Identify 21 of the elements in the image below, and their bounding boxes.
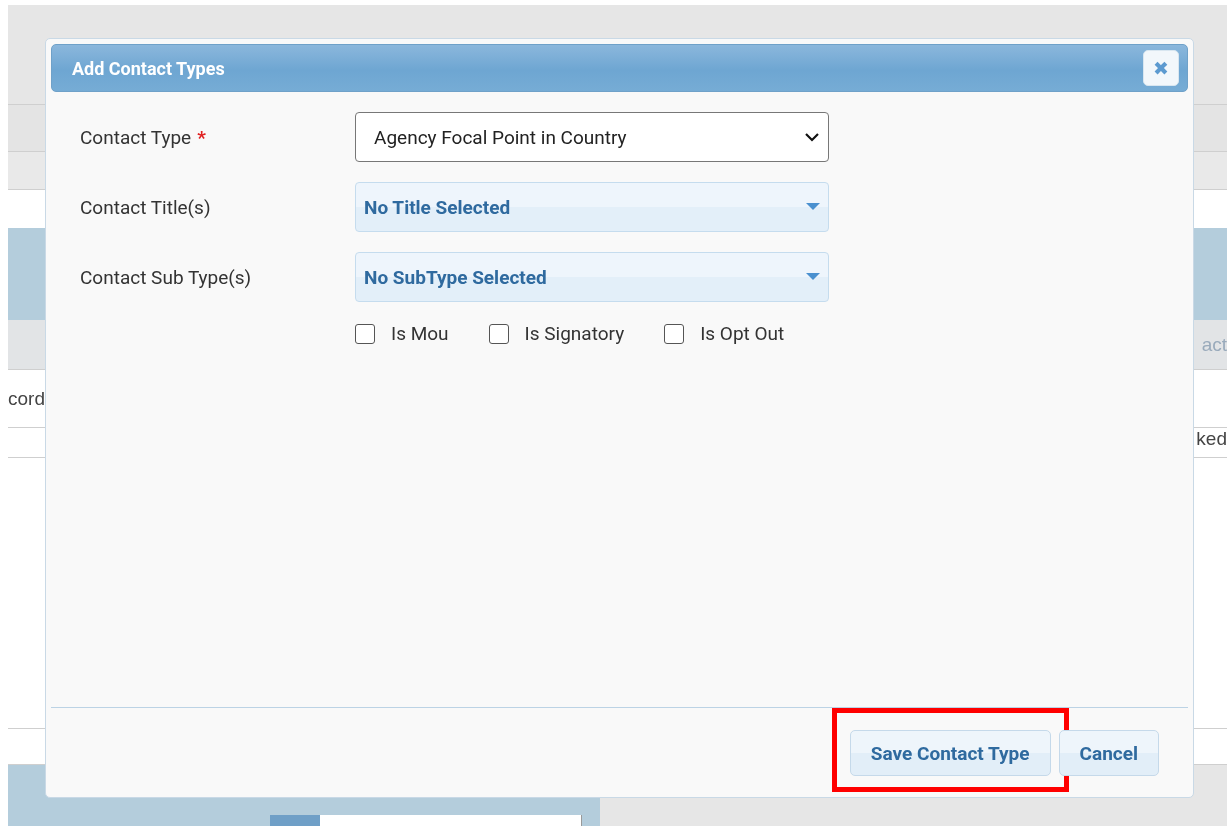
dropdown[interactable]: Agency Focal Point in Country [355,112,829,162]
column-header: act [1201,333,1227,356]
table-cell: cord [8,387,45,410]
multiselect-dropdown[interactable]: No SubType Selected [355,252,829,302]
chevron-down-icon [804,132,820,142]
checkbox[interactable]: Is Signatory [488,322,625,345]
column-header: ked [1196,428,1227,450]
close-button[interactable]: ✖ [1143,50,1179,86]
dialog-title: Add Contact Types [72,57,225,79]
save-button[interactable]: Save Contact Type [849,730,1051,776]
caret-icon [806,273,820,281]
caret-icon [806,203,820,211]
field-label: Contact Title(s) [80,195,212,219]
field-label: Contact Sub Type(s) [80,265,253,289]
required-mark: * [197,125,207,149]
cancel-button[interactable]: Cancel [1058,730,1159,776]
progress-segment [270,815,320,826]
multiselect-dropdown[interactable]: No Title Selected [355,182,829,232]
field-label: Contact Type [80,125,192,149]
checkbox[interactable]: Is Opt Out [664,322,785,345]
checkbox[interactable]: Is Mou [355,322,449,345]
